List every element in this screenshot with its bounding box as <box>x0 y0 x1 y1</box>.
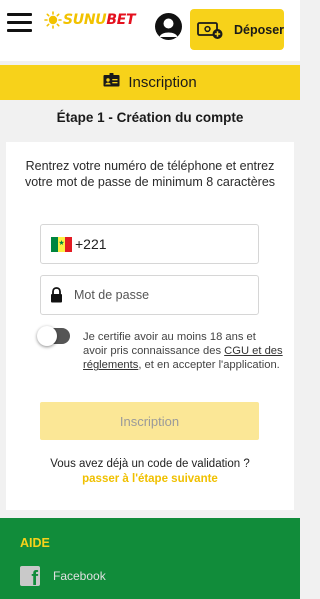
id-card-icon <box>103 73 120 92</box>
logo-sunu: SUNU <box>63 12 107 28</box>
inscription-submit-button[interactable]: Inscription <box>40 402 259 440</box>
footer-help-title: AIDE <box>20 536 50 550</box>
deposit-label: Déposer <box>234 22 285 37</box>
lock-icon <box>50 287 63 303</box>
age-consent-toggle[interactable] <box>37 326 70 346</box>
facebook-label: Facebook <box>53 569 106 583</box>
validation-question: Vous avez déjà un code de validation ? <box>50 458 250 470</box>
age-consent-text: Je certifie avoir au moins 18 ans et avo… <box>83 330 283 373</box>
toggle-knob <box>37 326 57 346</box>
logo-bet: BET <box>106 12 136 28</box>
logo-text: SUNUBET <box>63 12 136 28</box>
step-title: Étape 1 - Création du compte <box>56 110 244 125</box>
menu-icon[interactable] <box>7 13 32 32</box>
inscription-banner: Inscription <box>0 65 300 100</box>
form-description: Rentrez votre numéro de téléphone et ent… <box>24 159 276 189</box>
wallet-add-icon <box>197 20 225 40</box>
sunubet-logo[interactable]: SUNUBET <box>44 10 136 30</box>
banner-label: Inscription <box>128 74 197 91</box>
next-step-link[interactable]: passer à l'étape suivante <box>6 473 294 485</box>
registration-card: Rentrez votre numéro de téléphone et ent… <box>6 142 294 510</box>
senegal-flag-icon[interactable]: ★ <box>51 236 72 252</box>
submit-label: Inscription <box>119 413 180 429</box>
deposit-button[interactable]: Déposer <box>190 9 284 50</box>
user-icon[interactable] <box>155 13 182 40</box>
logo-sun-icon <box>44 11 62 29</box>
top-header: SUNUBET Déposer <box>0 0 300 61</box>
phone-prefix: +221 <box>75 236 107 252</box>
facebook-icon: f <box>20 566 40 586</box>
password-placeholder: Mot de passe <box>74 288 150 302</box>
phone-field[interactable]: ★ +221 <box>40 224 259 264</box>
password-field[interactable]: Mot de passe <box>40 275 259 315</box>
footer: AIDE f Facebook <box>0 518 300 599</box>
facebook-link[interactable]: f Facebook <box>20 566 106 586</box>
consent-text-end: , et en accepter l'application. <box>138 359 280 372</box>
